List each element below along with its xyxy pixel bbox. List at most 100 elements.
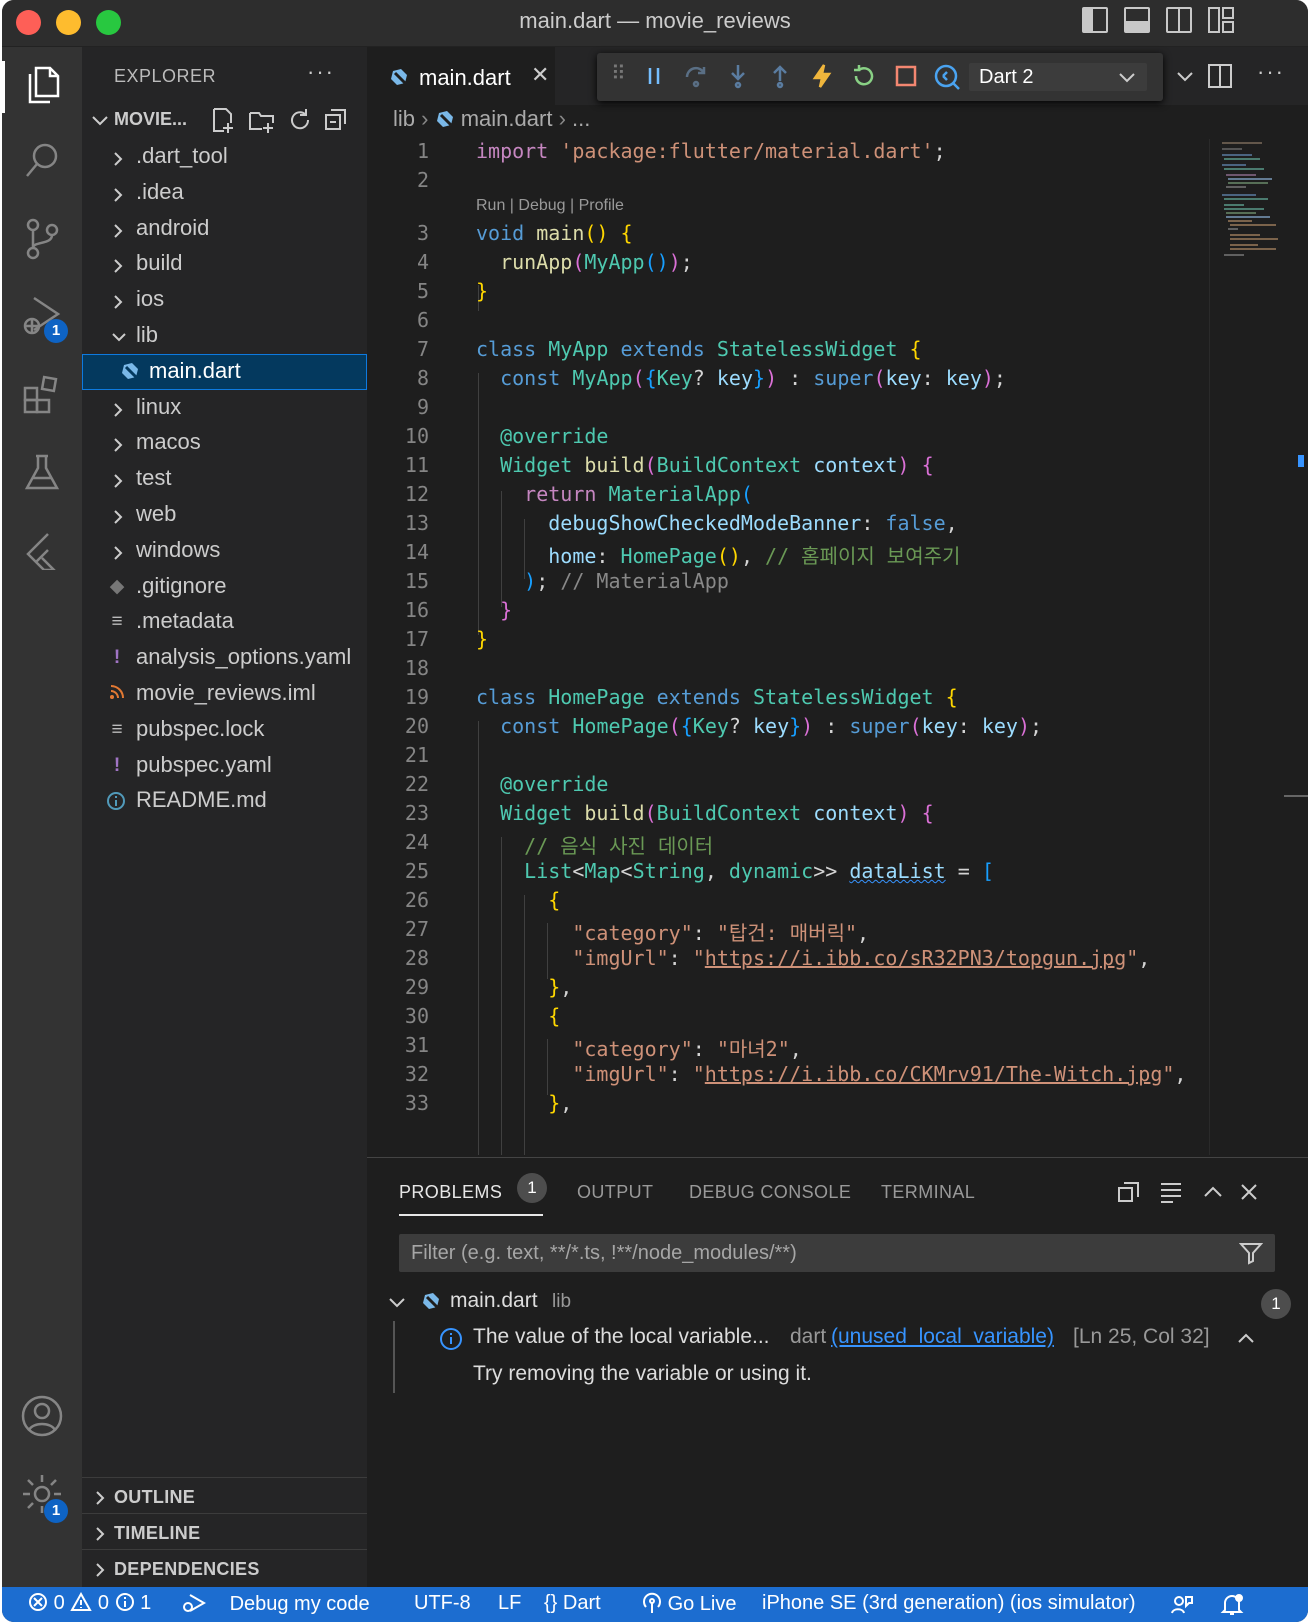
problems-status[interactable]: 0 0 1 bbox=[28, 1591, 151, 1615]
timeline-section[interactable]: TIMELINE bbox=[82, 1513, 367, 1548]
tree-item-pubspec-yaml[interactable]: ! pubspec.yaml bbox=[82, 748, 367, 784]
collapse-all-icon[interactable] bbox=[324, 107, 348, 133]
git-file-icon: ◆ bbox=[109, 575, 125, 597]
tree-item-idea[interactable]: .idea bbox=[82, 175, 367, 211]
refresh-icon[interactable] bbox=[288, 107, 312, 133]
debug-config-select[interactable]: Dart 2 bbox=[969, 63, 1147, 91]
problem-file-row[interactable]: main.dart lib 1 bbox=[367, 1283, 1308, 1319]
hot-reload-icon[interactable] bbox=[809, 63, 835, 94]
tab-debug-console[interactable]: DEBUG CONSOLE bbox=[689, 1182, 851, 1203]
debug-status[interactable]: Debug my code bbox=[180, 1592, 370, 1616]
tree-item-linux[interactable]: linux bbox=[82, 390, 367, 426]
encoding-status[interactable]: UTF-8 bbox=[414, 1592, 471, 1615]
line-number: 5 bbox=[416, 279, 429, 303]
active-indicator bbox=[2, 61, 5, 113]
golive-status[interactable]: Go Live bbox=[642, 1592, 737, 1616]
tree-item-ios[interactable]: ios bbox=[82, 282, 367, 318]
step-out-icon[interactable] bbox=[767, 63, 793, 94]
feedback-icon[interactable] bbox=[1170, 1593, 1194, 1617]
device-status[interactable]: iPhone SE (3rd generation) (ios simulato… bbox=[762, 1592, 1136, 1615]
tree-item-pubspec-lock[interactable]: ≡ pubspec.lock bbox=[82, 712, 367, 748]
line-number: 4 bbox=[416, 250, 429, 274]
problem-row[interactable]: The value of the local variable... dart … bbox=[367, 1319, 1308, 1355]
file-problem-count: 1 bbox=[1261, 1289, 1291, 1319]
yaml-file-icon: ! bbox=[113, 754, 121, 776]
tree-item-web[interactable]: web bbox=[82, 497, 367, 533]
tree-item-iml[interactable]: movie_reviews.iml bbox=[82, 676, 367, 712]
code-line-25: List<Map<String, dynamic>> dataList = [ bbox=[524, 859, 994, 883]
problem-hint: Try removing the variable or using it. bbox=[473, 1362, 812, 1385]
split-editor-icon[interactable] bbox=[1207, 63, 1233, 89]
notifications-icon[interactable] bbox=[1220, 1593, 1244, 1617]
tree-item-macos[interactable]: macos bbox=[82, 425, 367, 461]
minimap-slider[interactable] bbox=[1284, 795, 1308, 797]
toggle-secondary-sidebar-icon[interactable] bbox=[1166, 7, 1192, 33]
tree-item-metadata[interactable]: ≡ .metadata bbox=[82, 604, 367, 640]
chevron-up-icon[interactable] bbox=[1235, 1327, 1257, 1349]
toggle-sidebar-icon[interactable] bbox=[1082, 7, 1108, 33]
drag-handle-icon[interactable]: ⠿ bbox=[611, 61, 626, 86]
close-tab-icon[interactable]: ✕ bbox=[531, 62, 549, 88]
chevron-up-icon[interactable] bbox=[1201, 1180, 1225, 1204]
manage-activity[interactable]: 1 bbox=[2, 1459, 82, 1529]
dependencies-section[interactable]: DEPENDENCIES bbox=[82, 1549, 367, 1584]
tree-item-gitignore[interactable]: ◆ .gitignore bbox=[82, 569, 367, 605]
tree-item-android[interactable]: android bbox=[82, 211, 367, 247]
project-section-header[interactable]: MOVIE... bbox=[82, 103, 367, 137]
stop-icon[interactable] bbox=[893, 63, 919, 94]
close-icon[interactable] bbox=[1237, 1180, 1261, 1204]
view-as-list-icon[interactable] bbox=[1159, 1180, 1183, 1204]
minimap[interactable] bbox=[1209, 139, 1308, 1155]
tree-item-readme[interactable]: README.md bbox=[82, 783, 367, 819]
more-actions-icon[interactable]: ··· bbox=[1257, 59, 1285, 85]
step-into-icon[interactable] bbox=[725, 63, 751, 94]
tree-item-lib[interactable]: lib bbox=[82, 318, 367, 354]
problems-filter-input[interactable] bbox=[399, 1234, 1199, 1272]
code-editor[interactable]: Run | Debug | Profile import 'package:fl… bbox=[367, 139, 1209, 1155]
problem-code-link[interactable]: (unused_local_variable) bbox=[831, 1325, 1054, 1349]
run-debug-activity[interactable]: 1 bbox=[2, 281, 82, 351]
new-folder-icon[interactable] bbox=[248, 107, 276, 133]
tab-problems[interactable]: PROBLEMS bbox=[399, 1182, 502, 1203]
toggle-panel-icon[interactable] bbox=[1124, 7, 1150, 33]
tree-item-analysis-options[interactable]: ! analysis_options.yaml bbox=[82, 640, 367, 676]
more-actions-icon[interactable]: ··· bbox=[307, 59, 335, 85]
flutter-activity[interactable] bbox=[2, 515, 82, 585]
tree-item-test[interactable]: test bbox=[82, 461, 367, 497]
devtools-icon[interactable] bbox=[933, 63, 961, 96]
eol-status[interactable]: LF bbox=[498, 1592, 521, 1615]
restart-icon[interactable] bbox=[851, 63, 877, 94]
tab-terminal[interactable]: TERMINAL bbox=[881, 1182, 975, 1203]
tree-item-dart-tool[interactable]: .dart_tool bbox=[82, 139, 367, 175]
chevron-down-icon[interactable] bbox=[1175, 67, 1195, 87]
breadcrumb-file[interactable]: main.dart bbox=[461, 106, 553, 131]
new-file-icon[interactable] bbox=[210, 107, 236, 133]
codelens-run-debug[interactable]: Run | Debug | Profile bbox=[476, 197, 624, 215]
line-number: 29 bbox=[404, 975, 429, 999]
code-line-31: "category": "마녀2", bbox=[572, 1037, 802, 1061]
tree-item-main-dart[interactable]: main.dart bbox=[82, 353, 367, 390]
outline-section[interactable]: OUTLINE bbox=[82, 1477, 367, 1512]
line-number: 13 bbox=[404, 511, 429, 535]
source-control-activity[interactable] bbox=[2, 203, 82, 273]
customize-layout-icon[interactable] bbox=[1208, 7, 1234, 33]
breadcrumb-symbols[interactable]: ... bbox=[572, 106, 590, 131]
code-line-27: "category": "탑건: 매버릭", bbox=[572, 921, 870, 945]
filter-icon[interactable] bbox=[1239, 1241, 1263, 1265]
tree-item-windows[interactable]: windows bbox=[82, 533, 367, 569]
accounts-activity[interactable] bbox=[2, 1381, 82, 1451]
step-over-icon[interactable] bbox=[683, 63, 709, 94]
language-status[interactable]: {} Dart bbox=[544, 1592, 601, 1615]
tree-item-build[interactable]: build bbox=[82, 246, 367, 282]
collapse-all-icon[interactable] bbox=[1117, 1180, 1141, 1204]
tab-output[interactable]: OUTPUT bbox=[577, 1182, 653, 1203]
line-number: 30 bbox=[404, 1004, 429, 1028]
extensions-activity[interactable] bbox=[2, 359, 82, 429]
testing-activity[interactable] bbox=[2, 437, 82, 507]
breadcrumb-folder[interactable]: lib bbox=[393, 106, 415, 131]
line-number: 6 bbox=[416, 308, 429, 332]
search-activity[interactable] bbox=[2, 125, 82, 195]
tab-main-dart[interactable]: main.dart ✕ bbox=[367, 47, 555, 105]
explorer-activity[interactable] bbox=[2, 49, 82, 119]
pause-icon[interactable] bbox=[643, 63, 665, 94]
